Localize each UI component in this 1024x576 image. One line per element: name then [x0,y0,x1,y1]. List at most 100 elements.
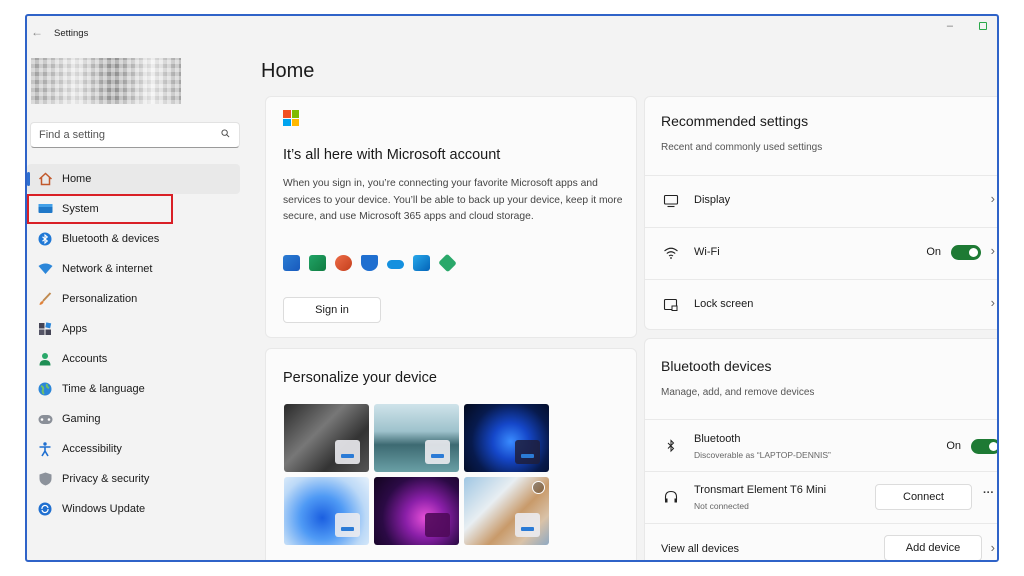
home-icon [37,171,53,187]
lock-screen-icon [663,298,678,311]
sidebar-item-label: Privacy & security [62,473,150,485]
back-arrow-icon[interactable]: ← [31,25,43,39]
bluetooth-devices-card: Bluetooth devices Manage, add, and remov… [644,338,997,560]
sidebar-item-system[interactable]: System [27,194,173,224]
defender-icon [361,255,378,271]
sidebar-item-label: Gaming [62,413,101,425]
sidebar-item-apps[interactable]: Apps [27,314,240,344]
sidebar-item-windows-update[interactable]: Windows Update [27,494,240,524]
bluetooth-toggle[interactable] [971,439,997,454]
search-icon [221,129,230,138]
shield-icon [37,471,53,487]
headphones-icon [664,490,678,503]
sidebar-item-privacy-security[interactable]: Privacy & security [27,464,240,494]
minimize-icon[interactable]: – [947,20,953,32]
recommended-title: Recommended settings [661,113,809,129]
theme-thumbnail-dark-letters[interactable] [284,404,369,472]
device-name: Tronsmart Element T6 Mini [694,484,827,496]
row-label: Wi-Fi [694,246,720,258]
maximize-icon[interactable] [979,22,987,30]
apps-icon [37,321,53,337]
bluetooth-toggle-row[interactable]: Bluetooth Discoverable as “LAPTOP-DENNIS… [645,419,997,471]
sidebar-item-accounts[interactable]: Accounts [27,344,240,374]
microsoft-account-card: It’s all here with Microsoft account Whe… [265,96,637,338]
chevron-right-icon: › [990,191,995,206]
wifi-toggle[interactable] [951,245,981,260]
recommended-row-wifi[interactable]: Wi-Fi On › [645,227,997,278]
outlook-icon [413,255,430,271]
brush-icon [37,291,53,307]
globe-icon [37,381,53,397]
app-title: Settings [54,28,89,39]
sidebar-item-label: Personalization [62,293,138,305]
sign-in-button[interactable]: Sign in [283,297,381,323]
microsoft-app-icons [283,253,457,273]
sidebar-item-bluetooth[interactable]: Bluetooth & devices [27,224,240,254]
sidebar-item-label: Windows Update [62,503,146,515]
more-options-icon[interactable]: ··· [983,487,994,499]
theme-thumbnail-flowers[interactable] [464,477,549,545]
sidebar-item-label: Home [62,173,92,185]
settings-window: ← Settings – Find a setting Home System [25,14,999,562]
window-preview [425,513,450,537]
accounts-icon [37,351,53,367]
microsoft-logo-icon [283,110,299,126]
sidebar-item-home[interactable]: Home [27,164,240,194]
bluetooth-label: Bluetooth [694,433,741,445]
onedrive-icon [387,260,404,269]
sidebar-item-network[interactable]: Network & internet [27,254,240,284]
sidebar-item-label: Accessibility [62,443,122,455]
recommended-row-display[interactable]: Display › [645,175,997,226]
view-all-devices-link[interactable]: View all devices [661,543,739,555]
bluetooth-toggle-state: On [946,440,961,452]
sidebar-nav: Home System Bluetooth & devices Network … [27,164,240,524]
recommended-row-lock-screen[interactable]: Lock screen › [645,279,997,330]
device-status: Not connected [694,501,749,511]
personalize-title: Personalize your device [283,370,437,386]
sidebar-item-gaming[interactable]: Gaming [27,404,240,434]
window-preview [515,440,540,464]
recommended-subtitle: Recent and commonly used settings [661,142,823,153]
window-preview [335,513,360,537]
personalize-card: Personalize your device [265,348,637,560]
add-device-button[interactable]: Add device [884,535,982,560]
accessibility-icon [37,441,53,457]
sidebar-item-label: Accounts [62,353,108,365]
chevron-right-icon: › [990,540,995,555]
connect-button[interactable]: Connect [875,484,972,510]
system-icon [37,201,53,217]
window-preview [335,440,360,464]
wifi-icon [664,247,678,259]
view-all-devices-row[interactable]: View all devices Add device › [645,523,997,560]
recommended-settings-card: Recommended settings Recent and commonly… [644,96,997,330]
theme-thumbnail-windows-light[interactable] [284,477,369,545]
window-preview [425,440,450,464]
sidebar-item-time-language[interactable]: Time & language [27,374,240,404]
search-input[interactable]: Find a setting [39,129,105,141]
sidebar-item-personalization[interactable]: Personalization [27,284,240,314]
device-row-tronsmart[interactable]: Tronsmart Element T6 Mini Not connected … [645,471,997,523]
theme-grid [284,404,549,545]
update-icon [37,501,53,517]
network-icon [37,261,53,277]
sidebar-item-label: Bluetooth & devices [62,233,160,245]
chevron-right-icon: › [990,243,995,258]
row-label: Lock screen [694,298,754,310]
powerpoint-icon [335,255,352,271]
word-icon [283,255,300,271]
sidebar-item-label: System [62,203,99,215]
bluetooth-card-title: Bluetooth devices [661,358,772,374]
sidebar-item-accessibility[interactable]: Accessibility [27,434,240,464]
sidebar-item-label: Apps [62,323,88,335]
monitor-icon [663,194,679,208]
family-safety-icon [438,253,457,273]
bluetooth-icon [667,439,675,453]
theme-thumbnail-lake[interactable] [374,404,459,472]
title-bar: ← Settings – [27,16,997,52]
ms-account-title: It’s all here with Microsoft account [283,147,501,163]
profile-image-redacted [31,58,181,104]
theme-thumbnail-windows-dark[interactable] [464,404,549,472]
sidebar-item-label: Network & internet [62,263,153,275]
search-box[interactable]: Find a setting [30,122,240,148]
theme-thumbnail-glow[interactable] [374,477,459,545]
